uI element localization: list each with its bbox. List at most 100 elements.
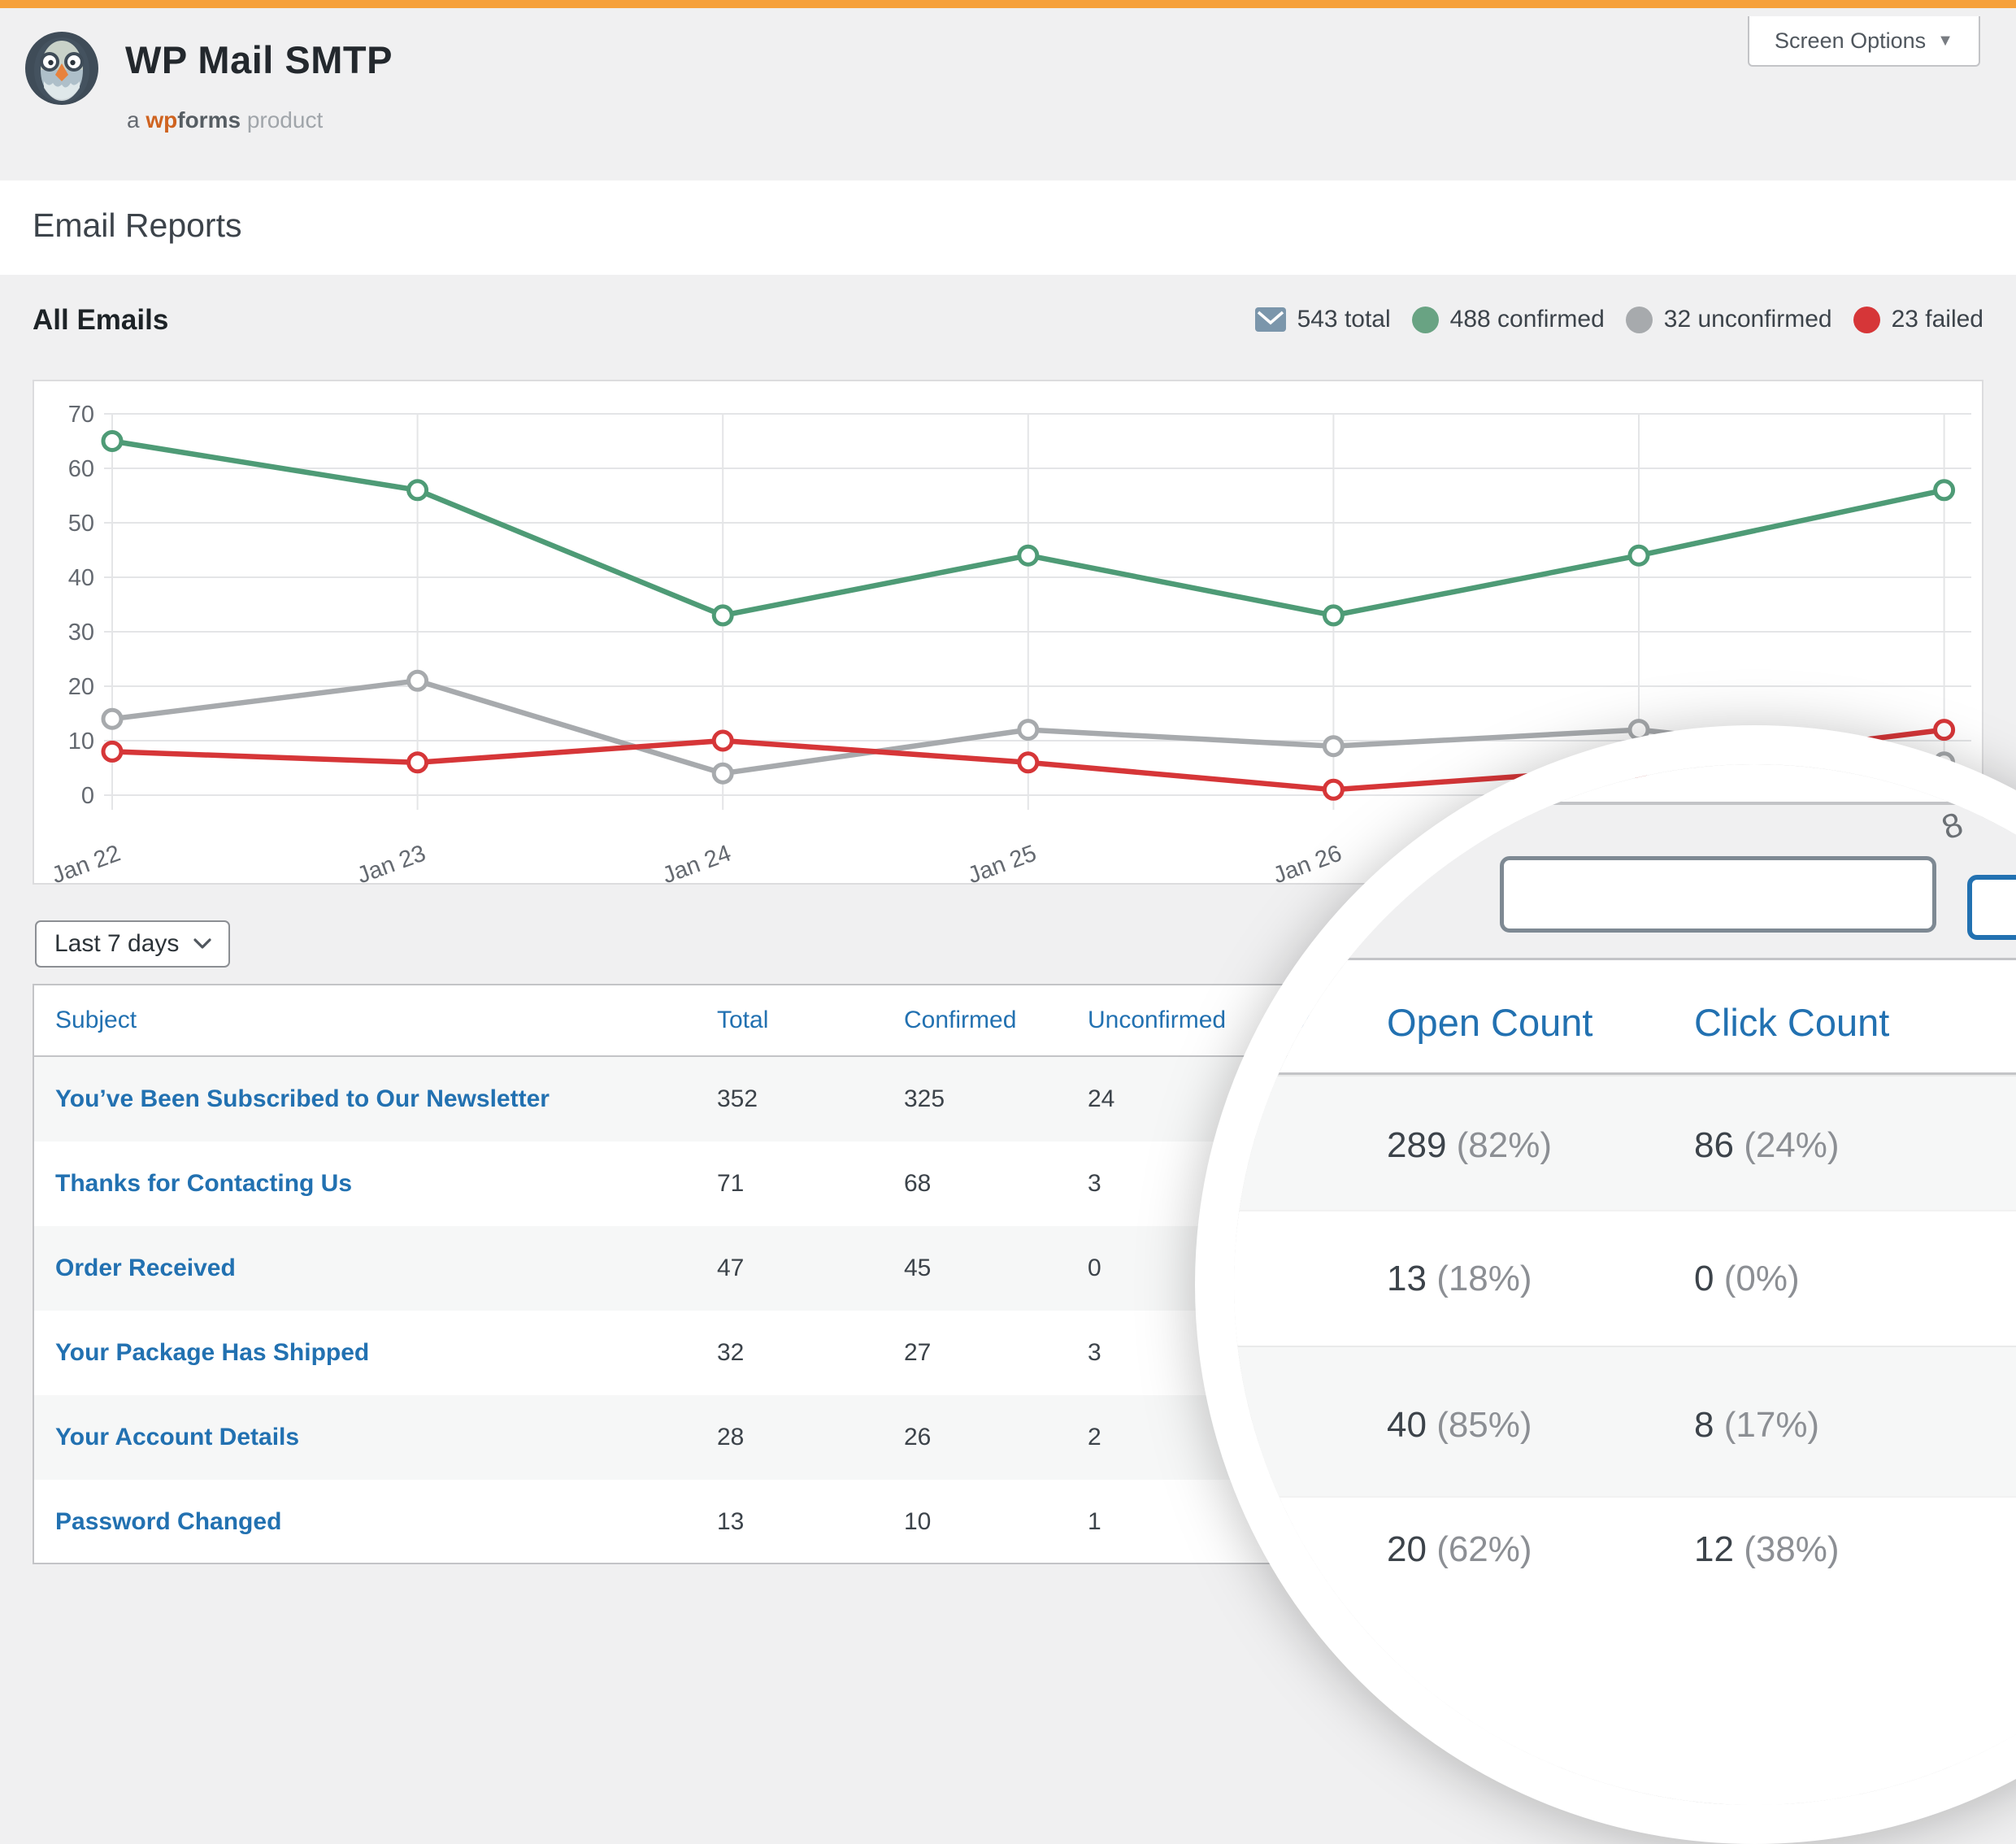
x-axis-label: Jan 23 — [354, 841, 429, 883]
legend-item-confirmed: 488 confirmed — [1412, 306, 1605, 333]
envelope-icon — [1255, 307, 1286, 332]
email-subject-link[interactable]: Your Account Details — [55, 1424, 299, 1451]
legend-label: 32 unconfirmed — [1664, 306, 1832, 333]
cell-total: 13 — [717, 1508, 744, 1536]
x-axis-label: Jan 25 — [964, 841, 1040, 883]
column-header-unconfirmed[interactable]: Unconfirmed — [1088, 1007, 1226, 1034]
click-count-value: 8 — [1694, 1405, 1714, 1445]
date-range-select[interactable]: Last 7 days — [35, 920, 230, 968]
cell-unconfirmed: 24 — [1088, 1085, 1114, 1113]
svg-text:60: 60 — [68, 456, 94, 482]
click-count-cell: 8 (17%) — [1694, 1405, 1819, 1446]
magnified-table-row: 40 (85%) 8 (17%) — [1234, 1346, 2016, 1498]
column-header-confirmed[interactable]: Confirmed — [904, 1007, 1016, 1034]
open-count-cell: 13 (18%) — [1387, 1259, 1532, 1299]
page-title-strip: Email Reports — [0, 180, 2016, 275]
column-header-total[interactable]: Total — [717, 1007, 768, 1034]
cell-total: 47 — [717, 1255, 744, 1282]
click-count-percent: (17%) — [1724, 1405, 1819, 1445]
click-count-cell: 86 (24%) — [1694, 1125, 1840, 1166]
app-header: WP Mail SMTP a wpforms product Screen Op… — [0, 8, 2016, 180]
email-subject-link[interactable]: Your Package Has Shipped — [55, 1339, 369, 1367]
open-count-cell: 40 (85%) — [1387, 1405, 1532, 1446]
magnified-table-row: 13 (18%) 0 (0%) — [1234, 1210, 2016, 1347]
legend-item-unconfirmed: 32 unconfirmed — [1626, 306, 1832, 333]
email-subject-link[interactable]: Order Received — [55, 1255, 236, 1282]
cell-confirmed: 27 — [904, 1339, 931, 1367]
svg-text:10: 10 — [68, 728, 94, 755]
magnified-table-row: 20 (62%) 12 (38%) — [1234, 1496, 2016, 1805]
open-count-value: 40 — [1387, 1405, 1427, 1445]
cell-total: 28 — [717, 1424, 744, 1451]
legend-label: 23 failed — [1892, 306, 1983, 333]
click-count-column-header[interactable]: Click Count — [1694, 1000, 1889, 1045]
open-count-value: 20 — [1387, 1529, 1427, 1569]
click-count-cell: 12 (38%) — [1694, 1529, 1840, 1570]
open-count-percent: (82%) — [1457, 1125, 1552, 1165]
open-count-value: 13 — [1387, 1259, 1427, 1298]
cell-confirmed: 26 — [904, 1424, 931, 1451]
cell-confirmed: 68 — [904, 1170, 931, 1198]
tagline-forms: forms — [177, 107, 241, 133]
email-subject-link[interactable]: You’ve Been Subscribed to Our Newsletter — [55, 1085, 550, 1113]
open-count-percent: (62%) — [1436, 1529, 1532, 1569]
legend-label: 543 total — [1297, 306, 1391, 333]
click-count-value: 0 — [1694, 1259, 1714, 1298]
cell-unconfirmed: 1 — [1088, 1508, 1101, 1536]
tagline-prefix: a — [127, 107, 140, 133]
chevron-down-icon: ▼ — [1937, 32, 1953, 50]
svg-text:70: 70 — [68, 402, 94, 428]
cell-total: 352 — [717, 1085, 758, 1113]
svg-text:20: 20 — [68, 674, 94, 700]
magnified-table-border — [1234, 958, 2016, 960]
cell-confirmed: 45 — [904, 1255, 931, 1282]
open-count-cell: 289 (82%) — [1387, 1125, 1552, 1166]
magnifier-lens-content: Open Count Click Count 289 (82%) 86 (24%)… — [1234, 764, 2016, 1805]
x-axis-label: Jan 22 — [49, 841, 124, 883]
cell-total: 32 — [717, 1339, 744, 1367]
svg-text:30: 30 — [68, 620, 94, 646]
legend-dot-icon — [1853, 307, 1880, 333]
app-tagline: a wpforms product — [127, 107, 323, 133]
section-title: All Emails — [33, 304, 168, 337]
legend-item-total: 543 total — [1255, 306, 1391, 333]
legend-item-failed: 23 failed — [1853, 306, 1983, 333]
cell-unconfirmed: 3 — [1088, 1339, 1101, 1367]
tagline-suffix: product — [247, 107, 323, 133]
email-subject-link[interactable]: Thanks for Contacting Us — [55, 1170, 352, 1198]
search-button[interactable] — [1967, 875, 2016, 940]
cell-unconfirmed: 0 — [1088, 1255, 1101, 1282]
open-count-cell: 20 (62%) — [1387, 1529, 1532, 1570]
open-count-column-header[interactable]: Open Count — [1387, 1000, 1592, 1045]
cell-confirmed: 10 — [904, 1508, 931, 1536]
cell-confirmed: 325 — [904, 1085, 945, 1113]
svg-text:0: 0 — [81, 783, 94, 809]
wp-mail-smtp-logo — [24, 31, 99, 106]
svg-text:40: 40 — [68, 565, 94, 591]
legend-label: 488 confirmed — [1450, 306, 1605, 333]
click-count-percent: (24%) — [1744, 1125, 1839, 1165]
magnifier-lens: Open Count Click Count 289 (82%) 86 (24%)… — [1195, 725, 2016, 1844]
date-range-value: Last 7 days — [54, 930, 179, 958]
tagline-wp: wp — [146, 107, 177, 133]
click-count-value: 12 — [1694, 1529, 1734, 1569]
click-count-percent: (38%) — [1744, 1529, 1839, 1569]
magnified-table-row: 289 (82%) 86 (24%) — [1234, 1075, 2016, 1211]
app-title: WP Mail SMTP — [125, 37, 393, 82]
click-count-value: 86 — [1694, 1125, 1734, 1165]
cell-unconfirmed: 3 — [1088, 1170, 1101, 1198]
cell-total: 71 — [717, 1170, 744, 1198]
pigeon-icon — [24, 31, 99, 106]
open-count-percent: (85%) — [1436, 1405, 1532, 1445]
click-count-percent: (0%) — [1724, 1259, 1800, 1298]
search-input[interactable] — [1500, 856, 1936, 933]
svg-text:50: 50 — [68, 511, 94, 537]
column-header-subject[interactable]: Subject — [55, 1007, 137, 1034]
email-subject-link[interactable]: Password Changed — [55, 1508, 281, 1536]
chart-legend: 543 total 488 confirmed 32 unconfirmed 23 f… — [1255, 301, 1983, 338]
chevron-down-icon — [193, 937, 212, 950]
screen-options-button[interactable]: Screen Options ▼ — [1748, 16, 1980, 67]
open-count-percent: (18%) — [1436, 1259, 1532, 1298]
top-accent-bar — [0, 0, 2016, 8]
x-axis-label: Jan 24 — [659, 841, 735, 883]
